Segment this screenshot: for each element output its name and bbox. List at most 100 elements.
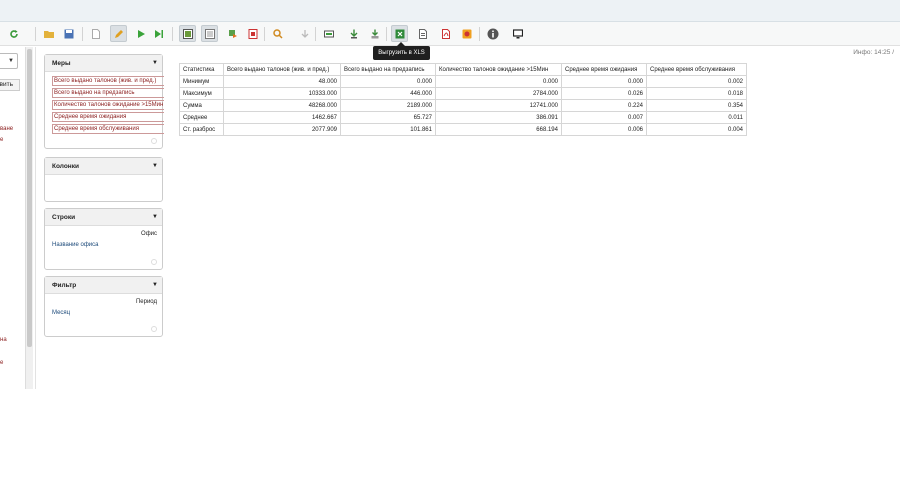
edit-button[interactable]	[110, 25, 127, 42]
table-cell: 48.000	[223, 75, 341, 88]
search-icon	[272, 28, 283, 39]
download-icon	[350, 29, 357, 38]
totals-icon	[323, 30, 334, 37]
table-cell: 101.861	[340, 123, 436, 136]
info-status: Инфо: 14:25 /	[853, 49, 894, 56]
table-cell: 0.000	[561, 75, 647, 88]
measure-item[interactable]: Количество талонов ожидание >15Мин	[52, 100, 164, 110]
save-button[interactable]	[60, 25, 77, 42]
layout-icon	[182, 28, 193, 39]
left-action-button[interactable]: вить	[0, 79, 20, 91]
column-header[interactable]: Статистика	[179, 63, 224, 76]
rows-level-label: Офис	[141, 231, 157, 237]
export-xls-button[interactable]	[391, 25, 408, 42]
table-row: Минимум 48.000 0.000 0.000 0.000 0.002	[179, 75, 747, 88]
save-icon	[64, 29, 73, 38]
export-data-icon	[371, 29, 378, 38]
swap-axes-button[interactable]	[224, 25, 241, 42]
hide-button[interactable]	[244, 25, 261, 42]
left-link-2[interactable]: е	[0, 137, 3, 143]
measure-item[interactable]: Всего выдано на предзапись	[52, 88, 164, 98]
filter-panel: Фильтр ▼ Период Месяц	[44, 276, 163, 337]
presentation-button[interactable]	[509, 25, 526, 42]
chevron-down-icon[interactable]: ▼	[152, 55, 158, 72]
table-cell: 0.224	[561, 99, 647, 112]
table-cell: 0.006	[561, 123, 647, 136]
measure-item[interactable]: Среднее время обслуживания	[52, 124, 164, 134]
table-header-row: Статистика Всего выдано талонов (жив. и …	[179, 63, 747, 76]
table-cell: 65.727	[340, 111, 436, 124]
pencil-icon	[114, 29, 123, 38]
rows-panel: Строки ▼ Офис Название офиса	[44, 208, 163, 270]
play-icon	[137, 29, 145, 38]
filter-item-month[interactable]: Месяц	[45, 310, 162, 316]
row-label: Ст. разброс	[179, 123, 224, 136]
filter-panel-header[interactable]: Фильтр ▼	[45, 277, 162, 294]
drill-down-button[interactable]	[296, 25, 313, 42]
table-cell: 2784.000	[435, 87, 562, 100]
table-cell: 0.011	[646, 111, 747, 124]
monitor-icon	[512, 28, 523, 38]
chevron-down-icon[interactable]: ▼	[152, 209, 158, 226]
chevron-down-icon[interactable]: ▼	[152, 277, 158, 294]
column-header[interactable]: Количество талонов ожидание >15Мин	[435, 63, 562, 76]
statistics-table: Статистика Всего выдано талонов (жив. и …	[179, 63, 747, 136]
swap-icon	[228, 29, 237, 38]
export-pdf-button[interactable]	[437, 25, 454, 42]
search-button[interactable]	[269, 25, 286, 42]
export-down-button[interactable]	[345, 25, 362, 42]
top-header-bar	[0, 0, 900, 22]
left-link-4[interactable]: е	[0, 360, 3, 366]
info-button[interactable]	[484, 25, 501, 42]
run-step-button[interactable]	[150, 25, 167, 42]
refresh-icon	[9, 29, 18, 38]
arrow-down-icon	[301, 29, 308, 38]
left-dropdown[interactable]: ▼	[0, 53, 18, 69]
chart-export-icon	[462, 29, 471, 38]
rows-panel-header[interactable]: Строки ▼	[45, 209, 162, 226]
left-link-3[interactable]: на	[0, 337, 7, 343]
info-label: Инфо:	[853, 49, 873, 56]
column-header[interactable]: Среднее время ожидания	[561, 63, 647, 76]
scrollbar-thumb[interactable]	[27, 49, 32, 347]
export-data-button[interactable]	[366, 25, 383, 42]
pdf-icon	[441, 28, 450, 39]
left-scrollbar[interactable]	[25, 47, 33, 389]
new-button[interactable]	[87, 25, 104, 42]
column-header[interactable]: Всего выдано талонов (жив. и пред.)	[223, 63, 341, 76]
open-button[interactable]	[40, 25, 57, 42]
export-chart-button[interactable]	[458, 25, 475, 42]
row-label: Максимум	[179, 87, 224, 100]
chevron-down-icon: ▼	[8, 58, 14, 64]
table-row: Максимум 10333.000 446.000 2784.000 0.02…	[179, 87, 747, 100]
table-cell: 12741.000	[435, 99, 562, 112]
rows-item-office-name[interactable]: Название офиса	[45, 242, 162, 248]
totals-button[interactable]	[320, 25, 337, 42]
chevron-down-icon[interactable]: ▼	[152, 158, 158, 175]
column-header[interactable]: Всего выдано на предзапись	[340, 63, 436, 76]
table-cell: 668.194	[435, 123, 562, 136]
refresh-button[interactable]	[5, 25, 22, 42]
filter-level-label: Период	[135, 299, 157, 305]
toolbar	[0, 22, 900, 46]
measure-item[interactable]: Среднее время ожидания	[52, 112, 164, 122]
info-icon	[487, 28, 498, 39]
new-document-icon	[91, 28, 100, 39]
xls-icon	[395, 29, 404, 38]
table-cell: 2189.000	[340, 99, 436, 112]
measures-panel: Меры ▼ Всего выдано талонов (жив. и пред…	[44, 54, 164, 149]
export-doc-button[interactable]	[414, 25, 431, 42]
measures-panel-header[interactable]: Меры ▼	[45, 55, 162, 72]
rows-panel-title: Строки	[52, 214, 76, 221]
table-view-button[interactable]	[201, 25, 218, 42]
run-button[interactable]	[132, 25, 149, 42]
measures-panel-title: Меры	[52, 60, 71, 67]
table-row: Ст. разброс 2077.909 101.861 668.194 0.0…	[179, 123, 747, 136]
layout-button[interactable]	[179, 25, 196, 42]
measure-item[interactable]: Всего выдано талонов (жив. и пред.)	[52, 76, 164, 86]
left-link-1[interactable]: ване	[0, 126, 13, 132]
divider	[35, 47, 36, 389]
column-header[interactable]: Среднее время обслуживания	[646, 63, 747, 76]
columns-panel-header[interactable]: Колонки ▼	[45, 158, 162, 175]
row-label: Сумма	[179, 99, 224, 112]
